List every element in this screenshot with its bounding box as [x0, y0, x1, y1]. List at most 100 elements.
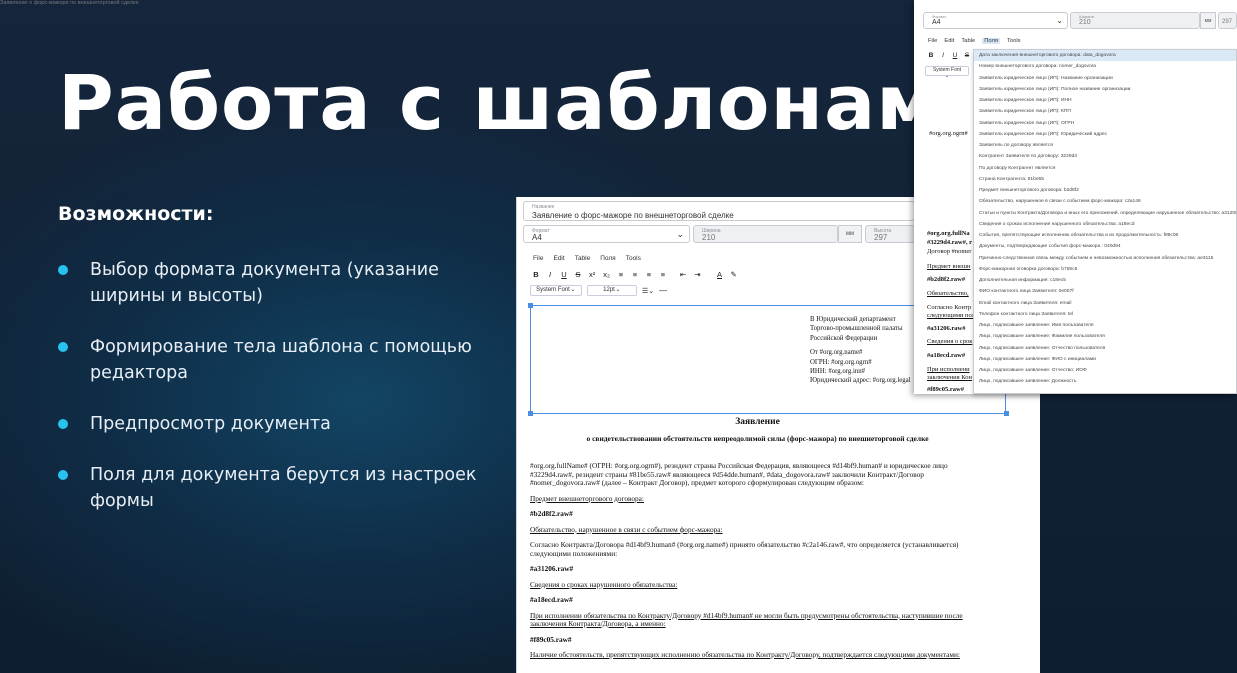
bold-button[interactable]: B [533, 270, 539, 279]
menu-file[interactable]: File [533, 255, 543, 262]
font-family-value: System Font [536, 287, 570, 293]
field-menu-item[interactable]: Страна Контрагента: 81be55 [974, 174, 1236, 185]
field-menu-item[interactable]: События, препятствующие исполнению обяза… [974, 230, 1236, 241]
field-value: Заявление о форс-мажоре по внешнеторгово… [532, 211, 734, 220]
width-field[interactable]: Ширина 210 [693, 225, 838, 243]
popup-height-field[interactable]: 297 [1218, 12, 1237, 29]
menu-fields[interactable]: Поля [600, 255, 615, 262]
font-family-select[interactable]: System Font⌄ [925, 66, 969, 79]
document-subtitle: о свидетельствовании обстоятельств непре… [586, 433, 929, 443]
field-menu-item[interactable]: По договору Контрагент является [974, 163, 1236, 174]
doc-paragraph: Согласно Контракта/Договора #d14bf9.huma… [530, 540, 959, 558]
horizontal-line-icon[interactable]: — [659, 286, 667, 295]
field-menu-item[interactable]: Номер внешнеторгового договора: nomer_do… [974, 61, 1236, 72]
subscript-button[interactable]: x₂ [603, 270, 610, 279]
align-center-button[interactable]: ≡ [632, 270, 638, 279]
outdent-button[interactable]: ⇤ [680, 270, 686, 279]
font-family-select[interactable]: System Font⌄ [530, 285, 582, 296]
doc-fragment: Договор #nomer [927, 248, 972, 255]
presentation-slide: Работа с шаблонами Возможности: Выбор фо… [0, 0, 1237, 673]
doc-fragment: Предмет внешн [927, 263, 971, 270]
doc-fragment: #a18ecd.raw# [927, 352, 966, 359]
field-menu-item[interactable]: Заявитель юридическое лицо (ИП): КПП [974, 106, 1236, 117]
menu-tools[interactable]: Tools [1007, 38, 1021, 44]
field-menu-item[interactable]: Обязательство, нарушенное в связи с собы… [974, 196, 1236, 207]
menu-table[interactable]: Table [961, 38, 975, 44]
field-menu-item[interactable]: Заявитель юридическое лицо (ИП): ИНН [974, 95, 1236, 106]
field-menu-item[interactable]: Лицо, подписавшее заявление: Фамилия пол… [974, 331, 1236, 342]
doc-placeholder: #a18ecd.raw# [530, 595, 573, 604]
doc-fragment: Сведения о срок [927, 338, 973, 345]
align-right-button[interactable]: ≡ [646, 270, 652, 279]
resize-handle[interactable] [1004, 411, 1009, 416]
height-field[interactable]: Высота 297 [865, 225, 915, 243]
field-menu-item[interactable]: Заявитель юридическое лицо (ИП): Названи… [974, 73, 1236, 84]
highlight-button[interactable]: ✎ [731, 270, 737, 279]
template-name-field[interactable]: Название Заявление о форс-мажоре по внеш… [523, 201, 915, 221]
document-title: Заявление [735, 417, 780, 427]
field-menu-item[interactable]: Лицо, подписавшее заявление: Отчество: И… [974, 365, 1236, 376]
popup-width-field[interactable]: Ширина 210 [1070, 12, 1200, 29]
address-line: ОГРН: #org.org.ogrn# [810, 358, 872, 366]
list-icon[interactable]: ☰⌄ [642, 287, 654, 295]
field-menu-item[interactable]: Лицо, подписавшее заявление: ФИО с иници… [974, 354, 1236, 365]
field-menu-item[interactable]: Email контактного лица Заявителя: email [974, 298, 1236, 309]
field-menu-item[interactable]: Дополнительная информация: c18ec5 [974, 275, 1236, 286]
font-size-select[interactable]: 12pt⌄ [587, 285, 637, 296]
field-menu-item[interactable]: Документы, подтверждающие события форс-м… [974, 241, 1236, 252]
underline-button[interactable]: U [952, 52, 958, 59]
menu-file[interactable]: File [928, 38, 937, 44]
field-value: A4 [532, 233, 542, 242]
resize-handle[interactable] [528, 411, 533, 416]
indent-button[interactable]: ⇥ [694, 270, 700, 279]
bullet-dot-icon [58, 265, 68, 275]
menu-fields-active[interactable]: Поля [982, 38, 1000, 44]
chevron-down-icon: ⌄ [615, 287, 621, 293]
field-menu-item[interactable]: Заявитель юридическое лицо (ИП): ОГРН [974, 118, 1236, 129]
superscript-button[interactable]: x² [589, 270, 595, 279]
feature-text: Предпросмотр документа [90, 414, 331, 434]
field-menu-item[interactable]: Дата заключения внешнеторгового договора… [974, 50, 1236, 62]
feature-item: Формирование тела шаблона с помощью реда… [58, 334, 513, 386]
format-select[interactable]: Формат A4 ⌄ [523, 225, 690, 243]
field-menu-item[interactable]: ФИО контактного лица Заявителя: 0e007f [974, 286, 1236, 297]
field-menu-item[interactable]: Причинно-следственная связь между событи… [974, 253, 1236, 264]
field-menu-item[interactable]: Телефон контактного лица Заявителя: tel [974, 309, 1236, 320]
underline-button[interactable]: U [561, 270, 567, 279]
field-menu-item[interactable]: Лицо, подписавшее заявление: Имя пользов… [974, 320, 1236, 331]
field-menu-item[interactable]: Заявитель юридическое лицо (ИП): Юридиче… [974, 129, 1236, 140]
field-menu-item[interactable]: Форс-мажорная оговорка договора: b755c5 [974, 264, 1236, 275]
font-size-value: 12pt [603, 287, 615, 293]
popup-toolbar: B I U S [928, 52, 970, 59]
bold-button[interactable]: B [928, 52, 934, 59]
field-menu-item[interactable]: Заявитель юридическое лицо (ИП): Полное … [974, 84, 1236, 95]
field-menu-item[interactable]: Предмет внешнеторгового договора: b2d8f2 [974, 185, 1236, 196]
font-toolbar: System Font⌄ 12pt⌄ ☰⌄ — [530, 285, 667, 296]
feature-item: Предпросмотр документа [58, 411, 513, 437]
menu-edit[interactable]: Edit [944, 38, 954, 44]
field-menu-item[interactable]: Сведения о сроках исполнения нарушенного… [974, 219, 1236, 230]
menu-table[interactable]: Table [575, 255, 591, 262]
feature-item: Поля для документа берутся из настроек ф… [58, 462, 513, 514]
strikethrough-button[interactable]: S [575, 270, 581, 279]
strikethrough-button[interactable]: S [964, 52, 970, 59]
bullet-dot-icon [58, 470, 68, 480]
slide-title: Работа с шаблонами [58, 58, 994, 147]
chevron-down-icon: ⌄ [1056, 16, 1063, 25]
resize-handle[interactable] [528, 303, 533, 308]
popup-format-select[interactable]: Формат A4 ⌄ [923, 12, 1068, 29]
italic-button[interactable]: I [940, 52, 946, 59]
address-line: Торгово-промышленной палаты [810, 325, 903, 333]
italic-button[interactable]: I [547, 270, 553, 279]
field-menu-item[interactable]: Лицо, подписавшее заявление: Отчество по… [974, 343, 1236, 354]
text-color-button[interactable]: A [717, 270, 723, 279]
field-menu-item[interactable]: Лицо, подписавшее заявление: Должность [974, 376, 1236, 387]
field-menu-item[interactable]: Заявитель по договору является [974, 140, 1236, 151]
doc-fragment: #f89c05.raw# [927, 386, 965, 393]
field-menu-item[interactable]: Статьи и пункты Контракта/Договора и ины… [974, 208, 1236, 219]
menu-edit[interactable]: Edit [553, 255, 564, 262]
field-menu-item[interactable]: Контрагент Заявителя по договору: 3229d4 [974, 151, 1236, 162]
justify-button[interactable]: ≡ [660, 270, 666, 279]
align-left-button[interactable]: ≡ [618, 270, 624, 279]
menu-tools[interactable]: Tools [626, 255, 641, 262]
